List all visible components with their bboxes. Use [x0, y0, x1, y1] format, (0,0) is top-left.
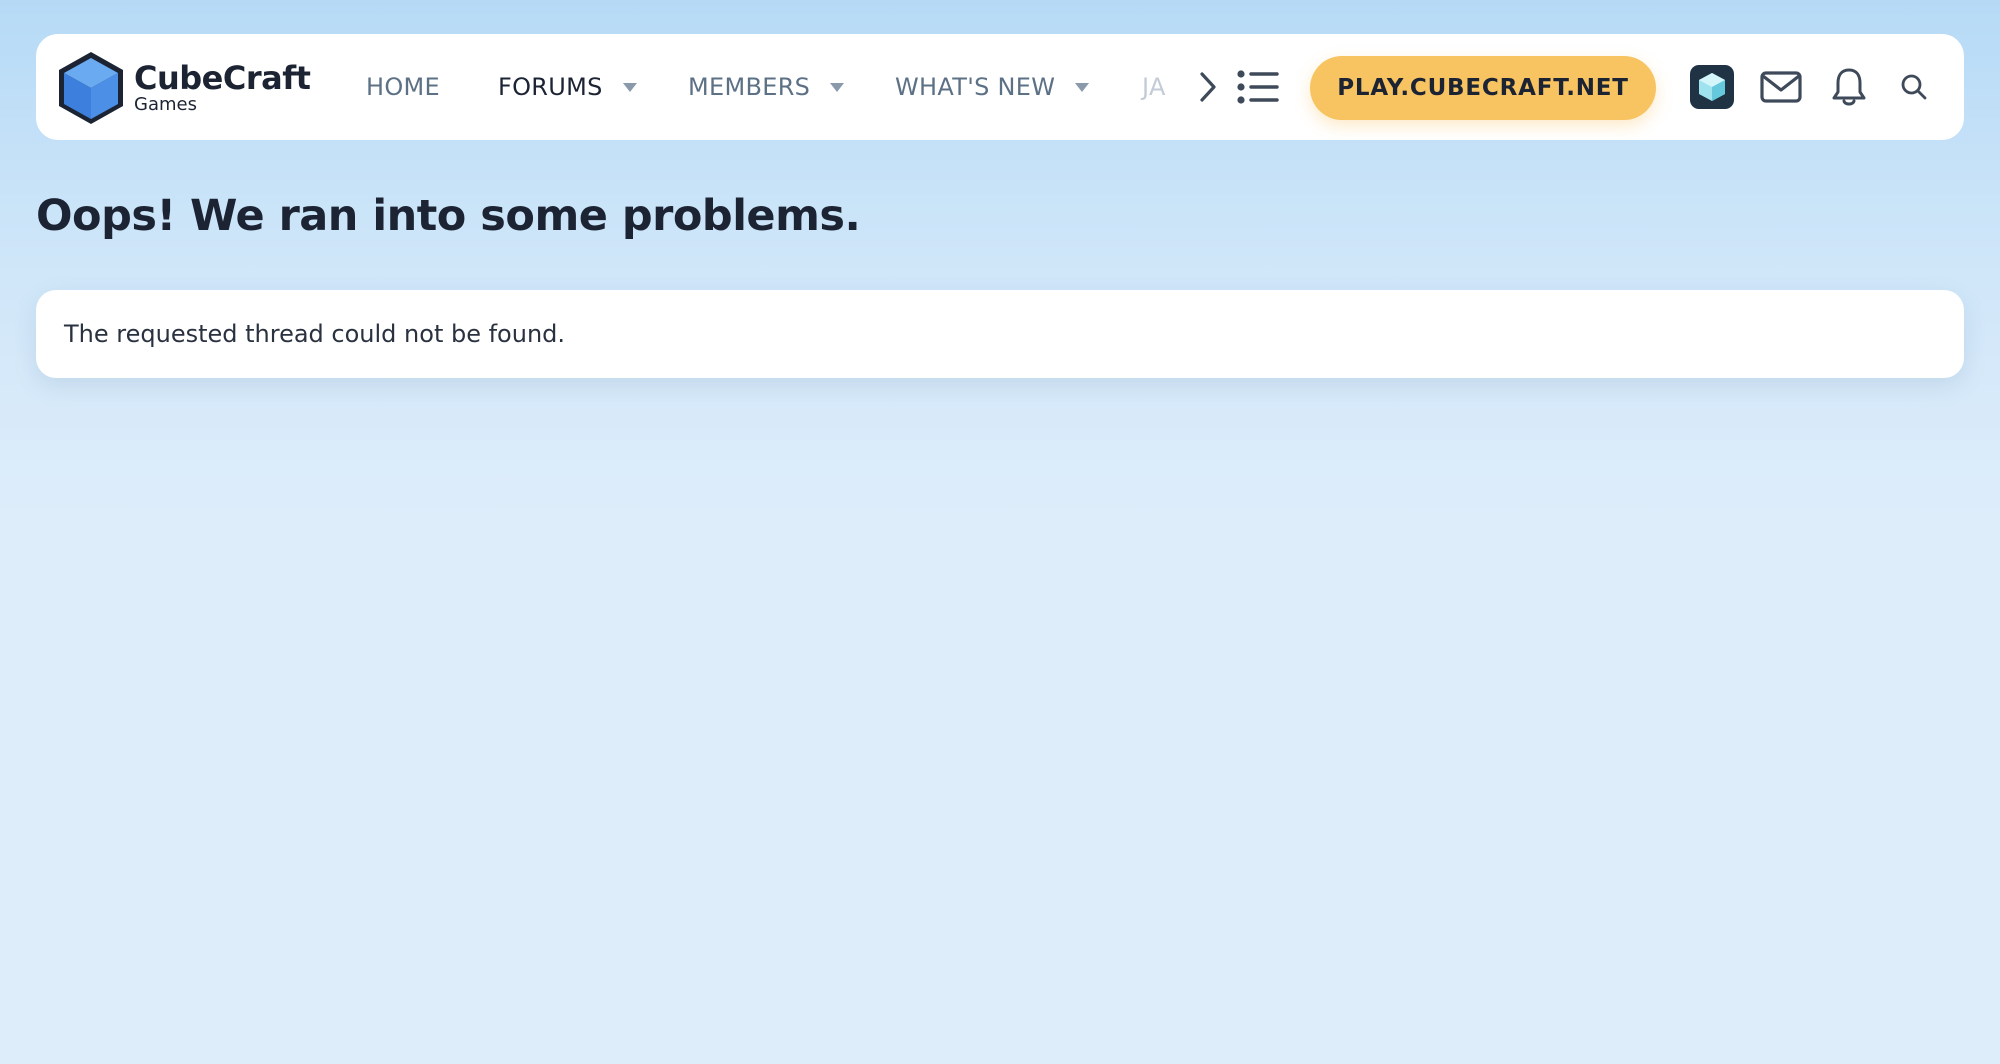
nav-scroll-right-button[interactable] [1188, 67, 1228, 107]
logo-text: CubeCraft Games [134, 59, 311, 115]
search-icon [1901, 74, 1927, 100]
play-server-button[interactable]: PLAY.CUBECRAFT.NET [1310, 56, 1656, 120]
nav-item-members[interactable]: MEMBERS [688, 34, 845, 140]
site-logo[interactable]: CubeCraft Games [56, 49, 316, 127]
top-navbar: CubeCraft Games HOME FORUMS MEMBERS WHAT… [36, 34, 1964, 140]
nav-item-home[interactable]: HOME [366, 34, 440, 140]
search-button[interactable] [1892, 65, 1936, 109]
user-avatar[interactable] [1690, 65, 1734, 109]
chevron-down-icon[interactable] [1075, 82, 1090, 92]
error-message: The requested thread could not be found. [64, 320, 566, 348]
play-server-label: PLAY.CUBECRAFT.NET [1337, 75, 1629, 101]
nav-item-label: MEMBERS [688, 73, 811, 101]
nav-item-forums[interactable]: FORUMS [498, 34, 637, 140]
nav-item-label: JA [1142, 73, 1166, 101]
chevron-down-icon[interactable] [622, 82, 637, 92]
nav-menu-button[interactable] [1234, 64, 1282, 110]
chevron-down-icon[interactable] [830, 82, 845, 92]
logo-subtitle: Games [134, 94, 197, 115]
page-title: Oops! We ran into some problems. [36, 191, 861, 241]
bell-icon [1832, 68, 1866, 106]
messages-button[interactable] [1756, 62, 1806, 112]
chevron-right-icon [1200, 72, 1216, 102]
mail-icon [1760, 71, 1802, 103]
nav-item-label: HOME [366, 73, 441, 101]
avatar-cube-icon [1699, 73, 1725, 101]
nav-item-truncated[interactable]: JA [1142, 34, 1166, 140]
nav-item-whats-new[interactable]: WHAT'S NEW [895, 34, 1090, 140]
nav-item-label: FORUMS [498, 73, 603, 101]
logo-name: CubeCraft [134, 59, 311, 97]
nav-item-label: WHAT'S NEW [895, 73, 1056, 101]
error-message-box: The requested thread could not be found. [36, 290, 1964, 378]
list-icon [1237, 70, 1279, 104]
cube-logo-icon [59, 52, 123, 124]
notifications-button[interactable] [1824, 60, 1874, 114]
